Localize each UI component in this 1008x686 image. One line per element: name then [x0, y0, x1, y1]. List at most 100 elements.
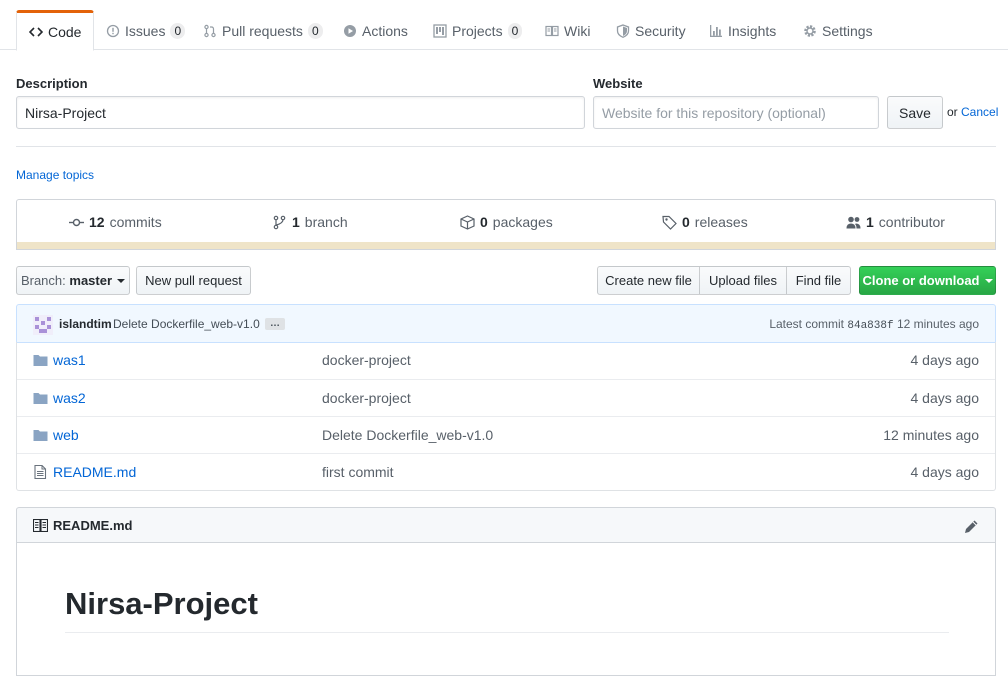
tab-issues[interactable]: Issues 0 — [94, 10, 197, 51]
people-icon — [846, 216, 861, 228]
manage-topics-link[interactable]: Manage topics — [16, 168, 94, 182]
tab-code[interactable]: Code — [16, 10, 95, 51]
tab-code-label: Code — [48, 23, 82, 40]
code-icon — [29, 26, 43, 37]
branch-prefix: Branch: — [20, 273, 66, 288]
find-file-button[interactable]: Find file — [786, 266, 851, 295]
file-commit-message[interactable]: first commit — [322, 464, 394, 480]
website-label: Website — [593, 76, 643, 91]
tab-projects-label: Projects — [452, 22, 503, 39]
commits-label: commits — [109, 214, 162, 230]
file-commit-message[interactable]: Delete Dockerfile_web-v1.0 — [322, 427, 493, 443]
repo-nav-tabs: Code Issues 0 Pull requests 0 Actions Pr… — [0, 0, 1008, 51]
tab-wiki-label: Wiki — [564, 22, 591, 39]
play-icon — [344, 24, 356, 37]
contributors-link[interactable]: 1 contributor — [846, 214, 945, 230]
releases-count: 0 — [682, 214, 690, 230]
file-commit-message[interactable]: docker-project — [322, 352, 411, 368]
tab-pull-requests[interactable]: Pull requests 0 — [191, 10, 335, 51]
branches-count: 1 — [292, 214, 300, 230]
create-new-file-button[interactable]: Create new file — [597, 266, 700, 295]
table-row: README.md first commit 4 days ago — [17, 453, 995, 490]
branch-name: master — [69, 273, 113, 288]
releases-link[interactable]: 0 releases — [662, 214, 748, 230]
form-divider — [16, 146, 996, 147]
expand-commit-message-button[interactable]: … — [265, 318, 285, 330]
clone-download-button[interactable]: Clone or download — [859, 266, 996, 295]
save-button[interactable]: Save — [887, 96, 943, 129]
commit-icon — [69, 218, 84, 226]
packages-count: 0 — [480, 214, 488, 230]
table-row: was1 docker-project 4 days ago — [17, 342, 995, 379]
folder-icon — [33, 393, 48, 404]
commit-age: 12 minutes ago — [896, 317, 979, 331]
description-input[interactable] — [16, 96, 585, 129]
contributors-count: 1 — [866, 214, 874, 230]
caret-down-icon — [117, 278, 126, 283]
file-name-link[interactable]: was2 — [53, 390, 86, 406]
tab-projects[interactable]: Projects 0 — [421, 10, 534, 51]
commit-message[interactable]: Delete Dockerfile_web-v1.0 — [113, 317, 260, 331]
book-icon — [33, 519, 48, 532]
description-label: Description — [16, 76, 88, 91]
projects-counter: 0 — [507, 22, 523, 39]
tab-security-label: Security — [635, 22, 686, 39]
table-row: was2 docker-project 4 days ago — [17, 379, 995, 416]
project-icon — [433, 23, 447, 38]
tab-actions[interactable]: Actions — [331, 10, 420, 51]
tab-security[interactable]: Security — [604, 10, 698, 51]
contributors-label: contributor — [878, 214, 945, 230]
readme-filename: README.md — [53, 518, 133, 533]
releases-label: releases — [694, 214, 748, 230]
branch-select-button[interactable]: Branch: master — [16, 266, 130, 295]
tab-actions-label: Actions — [362, 22, 408, 39]
latest-commit-label: Latest commit — [769, 317, 845, 331]
tab-insights[interactable]: Insights — [697, 10, 788, 51]
new-pull-request-button[interactable]: New pull request — [136, 266, 251, 295]
readme-heading: Nirsa-Project — [65, 586, 258, 621]
commit-author[interactable]: islandtim — [59, 317, 112, 331]
upload-files-button[interactable]: Upload files — [699, 266, 787, 295]
file-name-link[interactable]: was1 — [53, 352, 86, 368]
pull-requests-counter: 0 — [307, 22, 323, 39]
commit-sha[interactable]: 84a838f — [847, 320, 893, 332]
gear-icon — [804, 24, 816, 37]
language-bar[interactable] — [16, 242, 996, 250]
tab-settings[interactable]: Settings — [791, 10, 885, 51]
clone-download-label: Clone or download — [862, 273, 980, 288]
website-input[interactable] — [593, 96, 879, 129]
file-list: was1 docker-project 4 days ago was2 dock… — [16, 342, 996, 491]
book-icon — [545, 25, 559, 36]
branches-link[interactable]: 1 branch — [272, 214, 348, 230]
tab-wiki[interactable]: Wiki — [533, 10, 602, 51]
commits-count: 12 — [89, 214, 105, 230]
readme-header: README.md — [16, 507, 996, 543]
issues-counter: 0 — [170, 22, 186, 39]
shield-icon — [616, 23, 630, 38]
tab-settings-label: Settings — [822, 22, 873, 39]
file-name-link[interactable]: README.md — [53, 464, 136, 480]
packages-link[interactable]: 0 packages — [460, 214, 553, 230]
commits-link[interactable]: 12 commits — [69, 214, 162, 230]
folder-icon — [33, 355, 48, 366]
file-name-link[interactable]: web — [53, 427, 79, 443]
branch-icon — [273, 215, 286, 229]
or-text: or — [947, 105, 958, 119]
cancel-link[interactable]: Cancel — [961, 105, 998, 119]
file-age: 4 days ago — [910, 464, 980, 480]
pencil-icon[interactable] — [964, 519, 979, 534]
tab-insights-label: Insights — [728, 22, 777, 39]
readme-content: Nirsa-Project — [16, 542, 996, 676]
latest-commit-info: Latest commit 84a838f 12 minutes ago — [769, 317, 979, 332]
branches-label: branch — [304, 214, 348, 230]
author-avatar[interactable] — [33, 315, 53, 335]
packages-label: packages — [492, 214, 553, 230]
heading-rule — [65, 632, 949, 633]
tab-issues-label: Issues — [125, 22, 166, 39]
tag-icon — [662, 215, 677, 230]
file-commit-message[interactable]: docker-project — [322, 390, 411, 406]
table-row: web Delete Dockerfile_web-v1.0 12 minute… — [17, 416, 995, 453]
folder-icon — [33, 430, 48, 441]
file-text-icon — [34, 465, 47, 479]
issue-icon — [106, 24, 120, 37]
